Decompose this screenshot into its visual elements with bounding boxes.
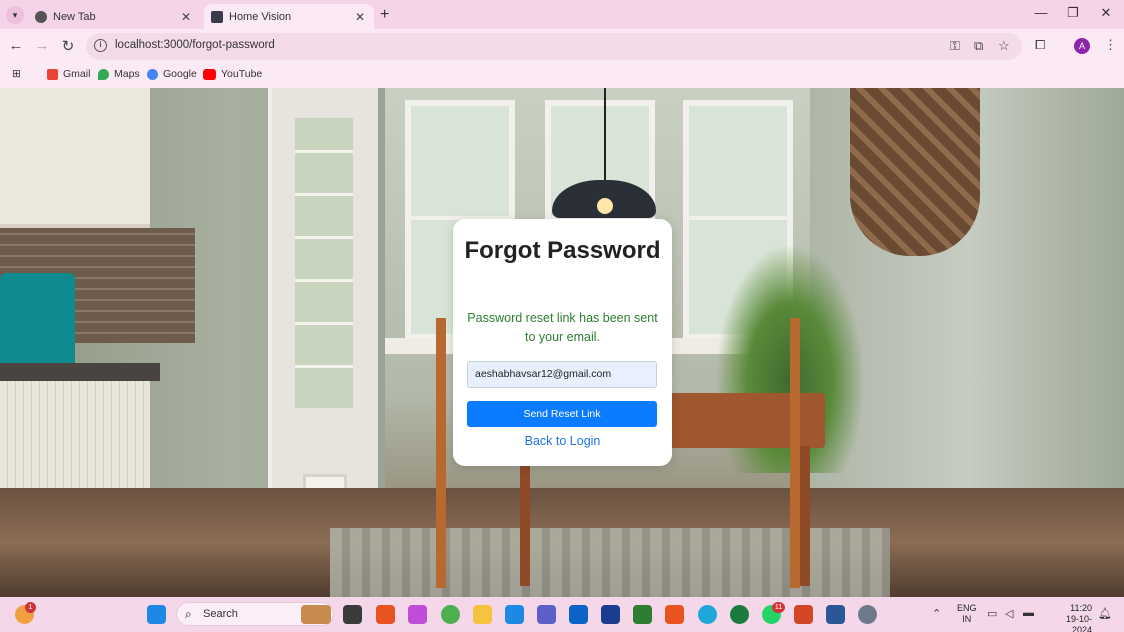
page-title: Forgot Password: [464, 237, 661, 264]
bookmark-star-icon[interactable]: ☆: [998, 38, 1010, 54]
chrome-icon[interactable]: [441, 605, 460, 624]
reload-icon[interactable]: ↻: [59, 37, 77, 55]
gmail-icon: [47, 68, 58, 80]
tab-search-button[interactable]: ▾: [6, 6, 24, 24]
url-text[interactable]: localhost:3000/forgot-password: [115, 39, 275, 51]
minimize-icon[interactable]: —: [1031, 5, 1051, 20]
background-bulb: [597, 198, 613, 214]
new-tab-button[interactable]: +: [380, 6, 389, 24]
game-icon[interactable]: [633, 605, 652, 624]
bookmark-label: Google: [163, 68, 197, 80]
browser-toolbar: ← → ↻ i localhost:3000/forgot-password ⚿…: [0, 29, 1124, 64]
tab-home-vision[interactable]: Home Vision ✕: [204, 4, 374, 29]
forgot-password-card: Forgot Password Password reset link has …: [453, 219, 672, 466]
bookmark-youtube[interactable]: YouTube: [203, 68, 262, 80]
outlook-icon[interactable]: [569, 605, 588, 624]
screen: ▾ New Tab ✕ Home Vision ✕ + — ❐ ✕ ← → ↻ …: [0, 0, 1124, 632]
install-app-icon[interactable]: ⧉: [974, 38, 983, 54]
bookmarks-bar: ⊞ Gmail Maps Google YouTube: [0, 64, 1124, 88]
chevron-up-icon[interactable]: ⌃: [932, 607, 941, 620]
address-bar[interactable]: i localhost:3000/forgot-password ⚿ ⧉ ☆: [86, 33, 1022, 60]
edge-icon[interactable]: [698, 605, 717, 624]
language-code: ENG: [957, 603, 977, 613]
clock-time: 11:20: [1070, 603, 1092, 613]
background-door-glass: [295, 118, 353, 408]
app-icon[interactable]: [376, 605, 395, 624]
region-code: IN: [962, 614, 972, 624]
taskbar: 1 ⌕ Search 11 ⌃ ENG IN ▭ ◁ ▬ 11:20 19-10…: [0, 597, 1124, 632]
password-key-icon[interactable]: ⚿: [950, 38, 960, 54]
copilot-icon[interactable]: [408, 605, 427, 624]
search-icon: ⌕: [185, 607, 192, 621]
back-icon[interactable]: ←: [7, 37, 25, 54]
back-to-login-link[interactable]: Back to Login: [453, 434, 672, 448]
profile-avatar[interactable]: A: [1074, 38, 1090, 54]
close-window-icon[interactable]: ✕: [1096, 5, 1116, 21]
bookmark-label: Gmail: [63, 68, 91, 80]
vscode-icon[interactable]: [505, 605, 524, 624]
app-icon[interactable]: [665, 605, 684, 624]
bookmark-gmail[interactable]: Gmail: [47, 68, 90, 80]
google-icon: [147, 68, 158, 80]
word-icon[interactable]: [826, 605, 845, 624]
bookmark-google[interactable]: Google: [147, 68, 197, 80]
send-reset-link-button[interactable]: Send Reset Link: [467, 401, 657, 427]
file-explorer-icon[interactable]: [473, 605, 492, 624]
menu-icon[interactable]: ⋮: [1104, 37, 1117, 53]
background-table-leg: [800, 446, 810, 586]
tab-strip: ▾ New Tab ✕ Home Vision ✕ + — ❐ ✕: [0, 0, 1124, 29]
maps-icon: [98, 68, 109, 80]
background-counter: [0, 363, 160, 381]
bookmark-label: Maps: [114, 68, 140, 80]
language-indicator[interactable]: ENG IN: [957, 603, 977, 625]
youtube-icon: [203, 68, 216, 80]
bookmark-maps[interactable]: Maps: [98, 68, 140, 80]
volume-muted-icon[interactable]: ◁: [1005, 607, 1013, 620]
background-appliance: [0, 273, 75, 368]
weather-badge: 1: [25, 602, 36, 613]
search-placeholder: Search: [203, 608, 238, 620]
notification-bell-icon[interactable]: 🔔︎: [1098, 607, 1112, 620]
background-basket: [850, 88, 980, 256]
search-highlight-icon: [301, 605, 331, 624]
battery-icon[interactable]: ▬: [1023, 607, 1034, 619]
close-tab-icon[interactable]: ✕: [352, 10, 368, 24]
tab-label: Home Vision: [229, 10, 292, 23]
background-chair: [436, 318, 446, 588]
bookmark-label: YouTube: [221, 68, 263, 80]
new-tab-icon: [35, 10, 47, 23]
close-tab-icon[interactable]: ✕: [178, 10, 194, 24]
windows-start-icon[interactable]: [147, 605, 166, 624]
powerpoint-icon[interactable]: [794, 605, 813, 624]
email-field[interactable]: aeshabhavsar12@gmail.com: [467, 361, 657, 388]
apps-grid-icon[interactable]: ⊞: [12, 68, 21, 80]
app-l-icon[interactable]: [601, 605, 620, 624]
background-lamp-cord: [604, 88, 606, 180]
site-favicon-icon: [211, 10, 223, 23]
teams-icon[interactable]: [537, 605, 556, 624]
tab-label: New Tab: [53, 10, 96, 23]
app-leaf-icon[interactable]: [730, 605, 749, 624]
clock-date: 19-10-2024: [1065, 614, 1092, 632]
restore-icon[interactable]: ❐: [1063, 5, 1083, 21]
background-cabinet: [0, 88, 150, 230]
forward-icon[interactable]: →: [33, 37, 51, 54]
settings-icon[interactable]: [858, 605, 877, 624]
whatsapp-badge: 11: [772, 602, 785, 613]
background-table-leg: [520, 446, 530, 586]
task-view-icon[interactable]: [343, 605, 362, 624]
background-chair: [790, 318, 800, 588]
success-message: Password reset link has been sent to you…: [467, 311, 658, 344]
page-background: Forgot Password Password reset link has …: [0, 88, 1124, 597]
system-clock[interactable]: 11:20 19-10-2024: [1046, 603, 1092, 632]
taskbar-search[interactable]: ⌕ Search: [176, 602, 334, 626]
extensions-icon[interactable]: ⧠: [1035, 37, 1045, 53]
site-info-icon[interactable]: i: [94, 39, 107, 52]
network-icon[interactable]: ▭: [987, 607, 997, 620]
tab-new-tab[interactable]: New Tab ✕: [28, 4, 200, 29]
